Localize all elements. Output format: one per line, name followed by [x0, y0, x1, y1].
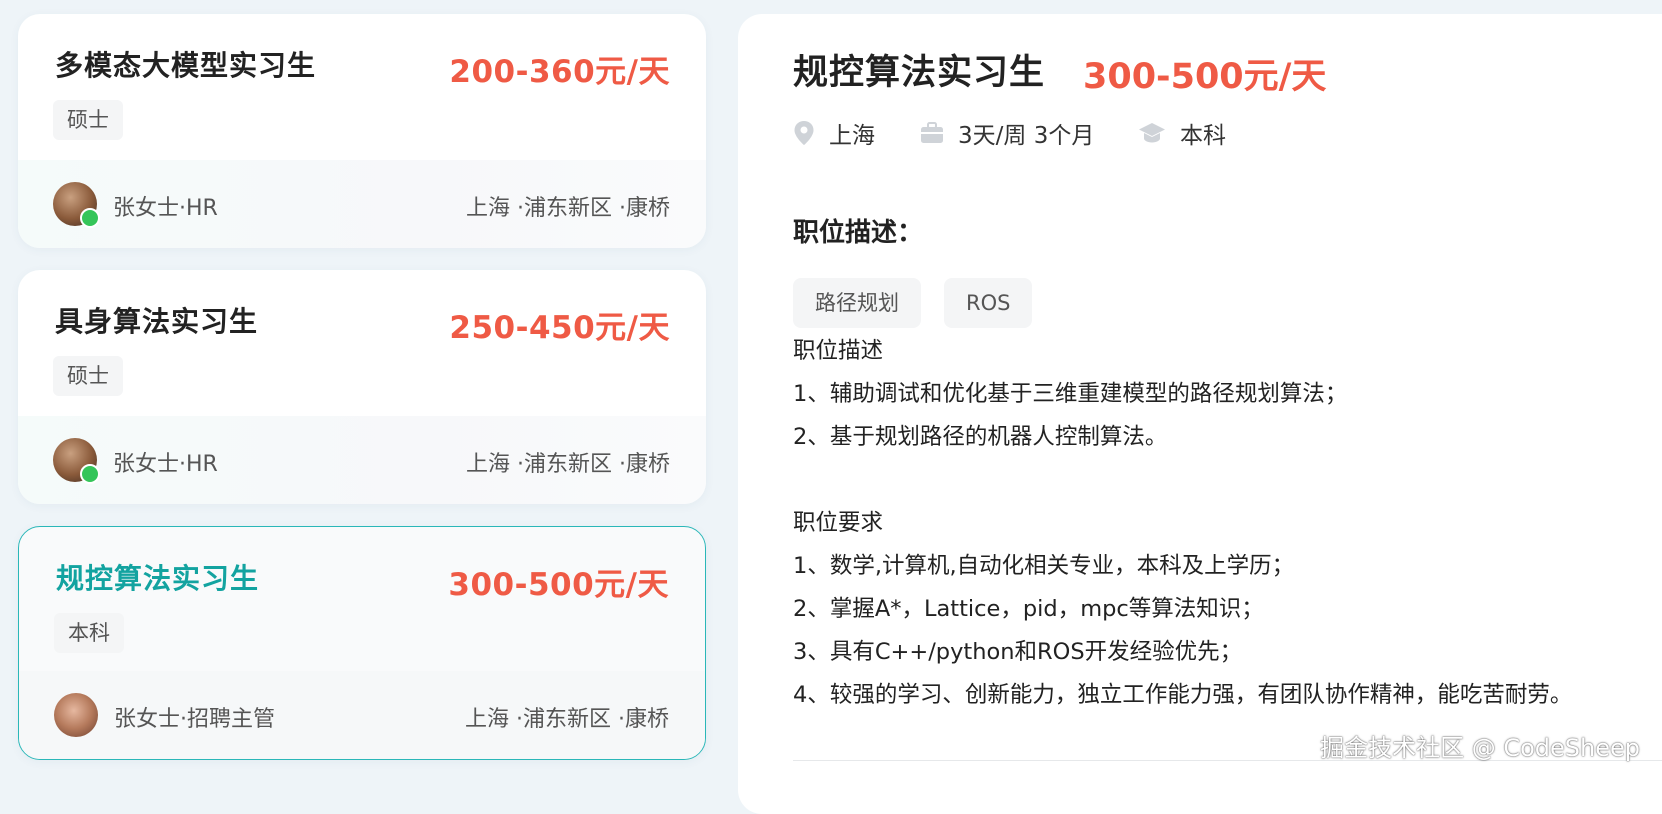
description-line: 职位描述	[793, 338, 884, 364]
avatar	[54, 693, 98, 737]
description-line: 职位要求	[793, 510, 884, 536]
detail-schedule-text: 3天/周 3个月	[958, 123, 1095, 149]
section-title: 职位描述：	[793, 218, 924, 248]
skill-tag: 路径规划	[793, 278, 921, 328]
job-detail-panel: 规控算法实习生 300-500元/天 上海 3天/周 3个月 本科 职位描述： …	[738, 14, 1662, 814]
job-card-footer: 张女士·HR 上海 ·浦东新区 ·康桥	[18, 416, 706, 504]
job-card-selected[interactable]: 规控算法实习生 300-500元/天 本科 张女士·招聘主管 上海 ·浦东新区 …	[18, 526, 706, 760]
recruiter-name: 张女士·HR	[113, 196, 218, 221]
location-pin-icon	[794, 121, 814, 145]
briefcase-icon	[921, 122, 943, 143]
detail-schedule: 3天/周 3个月	[920, 116, 1094, 150]
job-description: 职位描述 1、辅助调试和优化基于三维重建模型的路径规划算法； 2、基于规划路径的…	[793, 330, 1662, 717]
online-status-icon	[80, 464, 100, 484]
job-location: 上海 ·浦东新区 ·康桥	[466, 196, 670, 221]
education-tag: 硕士	[53, 100, 123, 140]
description-line: 2、基于规划路径的机器人控制算法。	[793, 424, 1168, 450]
recruiter-name: 张女士·招聘主管	[114, 707, 275, 732]
job-salary: 200-360元/天	[449, 54, 670, 90]
job-card-header: 规控算法实习生 300-500元/天 本科	[19, 527, 705, 673]
description-line: 4、较强的学习、创新能力，独立工作能力强，有团队协作精神，能吃苦耐劳。	[793, 682, 1573, 708]
job-title: 具身算法实习生	[55, 305, 259, 338]
job-card-header: 多模态大模型实习生 200-360元/天 硕士	[18, 14, 706, 160]
job-location: 上海 ·浦东新区 ·康桥	[465, 707, 669, 732]
detail-education: 本科	[1138, 116, 1226, 150]
description-line: 1、辅助调试和优化基于三维重建模型的路径规划算法；	[793, 381, 1348, 407]
online-status-icon	[80, 208, 100, 228]
watermark: 掘金技术社区 @ CodeSheep	[1320, 734, 1640, 762]
description-line: 3、具有C++/python和ROS开发经验优先；	[793, 639, 1243, 665]
detail-title: 规控算法实习生	[793, 53, 1046, 93]
job-title: 规控算法实习生	[56, 562, 260, 595]
recruiter-name: 张女士·HR	[113, 452, 218, 477]
detail-salary: 300-500元/天	[1083, 57, 1327, 97]
job-salary: 300-500元/天	[448, 567, 669, 603]
detail-city-text: 上海	[829, 123, 875, 149]
job-card-footer: 张女士·招聘主管 上海 ·浦东新区 ·康桥	[19, 671, 705, 759]
job-card-footer: 张女士·HR 上海 ·浦东新区 ·康桥	[18, 160, 706, 248]
skill-tag: ROS	[944, 278, 1033, 328]
description-line: 1、数学,计算机,自动化相关专业，本科及上学历；	[793, 553, 1295, 579]
detail-city: 上海	[793, 116, 875, 150]
graduation-cap-icon	[1139, 123, 1165, 143]
education-tag: 本科	[54, 613, 124, 653]
job-title: 多模态大模型实习生	[55, 49, 317, 82]
job-salary: 250-450元/天	[449, 310, 670, 346]
job-card[interactable]: 多模态大模型实习生 200-360元/天 硕士 张女士·HR 上海 ·浦东新区 …	[18, 14, 706, 248]
job-card-header: 具身算法实习生 250-450元/天 硕士	[18, 270, 706, 416]
description-line: 2、掌握A*，Lattice，pid，mpc等算法知识；	[793, 596, 1264, 622]
education-tag: 硕士	[53, 356, 123, 396]
detail-education-text: 本科	[1180, 123, 1226, 149]
job-location: 上海 ·浦东新区 ·康桥	[466, 452, 670, 477]
job-card[interactable]: 具身算法实习生 250-450元/天 硕士 张女士·HR 上海 ·浦东新区 ·康…	[18, 270, 706, 504]
